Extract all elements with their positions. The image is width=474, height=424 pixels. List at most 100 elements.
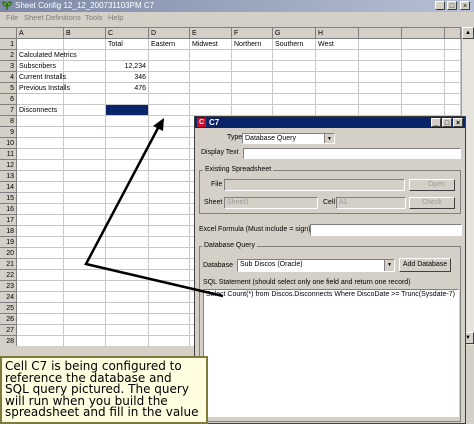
grid-cell[interactable] xyxy=(64,83,106,94)
grid-cell[interactable] xyxy=(190,50,232,61)
grid-cell[interactable] xyxy=(445,72,461,83)
grid-cell[interactable] xyxy=(445,83,461,94)
grid-corner[interactable] xyxy=(0,28,17,39)
grid-cell[interactable] xyxy=(402,39,445,50)
grid-cell[interactable] xyxy=(316,105,359,116)
database-select[interactable]: Sub Discos (Oracle) ▼ xyxy=(237,259,395,272)
grid-cell[interactable] xyxy=(17,193,64,204)
column-header[interactable]: B xyxy=(64,28,106,39)
grid-cell[interactable]: Midwest xyxy=(190,39,232,50)
row-header[interactable]: 13 xyxy=(0,171,17,182)
grid-cell[interactable] xyxy=(149,116,190,127)
column-header[interactable]: F xyxy=(232,28,273,39)
grid-cell[interactable] xyxy=(106,303,149,314)
open-button[interactable]: ··· Open xyxy=(409,179,455,191)
grid-cell[interactable] xyxy=(445,61,461,72)
grid-cell[interactable] xyxy=(149,303,190,314)
row-header[interactable]: 7 xyxy=(0,105,17,116)
grid-cell[interactable] xyxy=(64,72,106,83)
grid-cell[interactable] xyxy=(64,39,106,50)
column-header[interactable] xyxy=(445,28,461,39)
grid-cell[interactable] xyxy=(359,94,402,105)
grid-cell[interactable] xyxy=(149,127,190,138)
grid-cell[interactable] xyxy=(106,325,149,336)
grid-cell[interactable] xyxy=(64,61,106,72)
menu-file[interactable]: File xyxy=(6,12,18,24)
grid-cell[interactable]: 12,234 xyxy=(106,61,149,72)
grid-cell[interactable] xyxy=(106,160,149,171)
excel-formula-input[interactable] xyxy=(310,224,462,236)
row-header[interactable]: 18 xyxy=(0,226,17,237)
sql-statement-textarea[interactable]: Select Count(*) from Discos.Disconnects … xyxy=(203,289,459,417)
grid-cell[interactable] xyxy=(64,193,106,204)
row-header[interactable]: 3 xyxy=(0,61,17,72)
grid-cell[interactable] xyxy=(190,72,232,83)
column-header[interactable]: C xyxy=(106,28,149,39)
row-header[interactable]: 16 xyxy=(0,204,17,215)
grid-cell[interactable] xyxy=(316,72,359,83)
grid-cell[interactable] xyxy=(106,314,149,325)
grid-cell[interactable] xyxy=(359,72,402,83)
row-header[interactable]: 22 xyxy=(0,270,17,281)
grid-cell[interactable] xyxy=(64,105,106,116)
grid-cell[interactable] xyxy=(402,72,445,83)
grid-cell[interactable] xyxy=(64,182,106,193)
grid-cell[interactable] xyxy=(106,270,149,281)
grid-cell[interactable] xyxy=(64,314,106,325)
row-header[interactable]: 2 xyxy=(0,50,17,61)
grid-cell[interactable] xyxy=(64,281,106,292)
grid-cell[interactable] xyxy=(64,292,106,303)
grid-cell[interactable] xyxy=(64,325,106,336)
grid-cell[interactable] xyxy=(149,237,190,248)
selected-cell-c7[interactable] xyxy=(106,105,149,116)
grid-cell[interactable] xyxy=(17,248,64,259)
grid-cell[interactable] xyxy=(190,105,232,116)
grid-cell[interactable] xyxy=(106,215,149,226)
grid-cell[interactable] xyxy=(273,94,316,105)
grid-cell[interactable] xyxy=(106,237,149,248)
grid-cell[interactable] xyxy=(17,149,64,160)
row-header[interactable]: 4 xyxy=(0,72,17,83)
grid-cell[interactable] xyxy=(64,237,106,248)
grid-cell[interactable] xyxy=(149,281,190,292)
column-header[interactable]: H xyxy=(316,28,359,39)
grid-cell[interactable] xyxy=(64,160,106,171)
grid-cell[interactable] xyxy=(64,116,106,127)
grid-cell[interactable] xyxy=(64,171,106,182)
grid-cell[interactable] xyxy=(359,83,402,94)
grid-cell[interactable]: Total xyxy=(106,39,149,50)
row-header[interactable]: 28 xyxy=(0,336,17,346)
grid-cell[interactable] xyxy=(149,61,190,72)
grid-cell[interactable]: Eastern xyxy=(149,39,190,50)
grid-cell[interactable] xyxy=(232,83,273,94)
grid-cell[interactable] xyxy=(445,94,461,105)
grid-cell[interactable] xyxy=(149,50,190,61)
row-header[interactable]: 5 xyxy=(0,83,17,94)
grid-cell[interactable] xyxy=(106,292,149,303)
grid-cell[interactable] xyxy=(359,61,402,72)
close-button[interactable]: × xyxy=(460,1,470,10)
grid-cell[interactable] xyxy=(149,270,190,281)
grid-cell[interactable] xyxy=(402,50,445,61)
grid-cell[interactable] xyxy=(106,127,149,138)
maximize-button[interactable]: □ xyxy=(447,1,457,10)
row-header[interactable]: 10 xyxy=(0,138,17,149)
grid-cell[interactable] xyxy=(106,138,149,149)
grid-cell[interactable] xyxy=(273,50,316,61)
file-input[interactable] xyxy=(224,179,405,191)
grid-cell[interactable] xyxy=(402,94,445,105)
grid-cell[interactable] xyxy=(64,259,106,270)
grid-cell[interactable] xyxy=(17,237,64,248)
grid-cell[interactable] xyxy=(64,127,106,138)
grid-cell[interactable] xyxy=(149,215,190,226)
grid-cell[interactable] xyxy=(359,105,402,116)
grid-cell[interactable] xyxy=(64,336,106,346)
grid-cell[interactable] xyxy=(190,83,232,94)
grid-cell[interactable] xyxy=(17,281,64,292)
grid-cell[interactable] xyxy=(149,72,190,83)
grid-cell[interactable] xyxy=(17,259,64,270)
row-header[interactable]: 25 xyxy=(0,303,17,314)
row-header[interactable]: 20 xyxy=(0,248,17,259)
dialog-maximize-button[interactable]: □ xyxy=(442,118,452,127)
grid-cell[interactable]: Subscribers xyxy=(17,61,64,72)
